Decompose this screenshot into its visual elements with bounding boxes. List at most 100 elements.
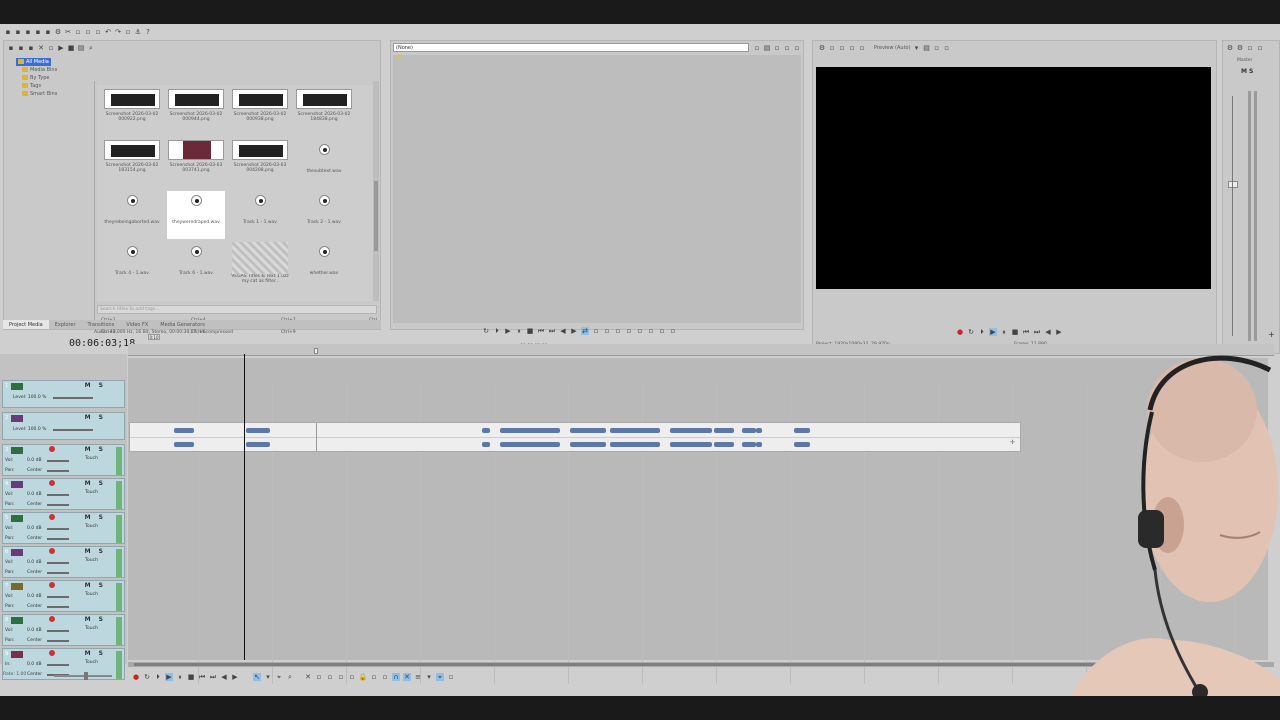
ripple-icon[interactable]: ≡ (414, 673, 422, 681)
loop-icon[interactable]: ↻ (482, 327, 490, 335)
delete-icon[interactable]: ▫ (94, 28, 102, 36)
pan-slider[interactable] (47, 538, 69, 540)
mute-solo-buttons[interactable]: M S (85, 650, 106, 657)
sync-cursor-icon[interactable]: ⇄ (581, 327, 589, 335)
video-track-header[interactable]: 1 M S Level: 100.0 % (2, 380, 125, 408)
record-icon[interactable]: ● (956, 328, 964, 336)
region-insert-icon[interactable]: ▫ (381, 673, 389, 681)
media-thumbnail[interactable]: Track 4 - 1.wav (103, 242, 161, 276)
volume-slider[interactable] (47, 494, 69, 496)
properties-icon[interactable]: ▫ (47, 44, 55, 52)
stop-icon[interactable]: ■ (67, 44, 75, 52)
save-icon[interactable]: ▪ (24, 28, 32, 36)
audio-track-header[interactable]: 4 M S Vol: 0.0 dB Touch Pan: Center (2, 478, 125, 510)
clear-icon[interactable]: ▫ (753, 44, 761, 52)
master-fader[interactable] (1228, 181, 1238, 188)
more-icon[interactable]: ▫ (447, 673, 455, 681)
normal-edit-tool-icon[interactable]: ↖ (253, 673, 261, 681)
mute-solo-buttons[interactable]: M S (85, 382, 106, 389)
get-media-icon[interactable]: ▪ (27, 44, 35, 52)
properties-icon[interactable]: ⚙ (818, 44, 826, 52)
go-to-end-icon[interactable]: ⏭ (1033, 328, 1041, 336)
next-frame-icon[interactable]: ▶ (231, 673, 239, 681)
loop-icon[interactable]: ↻ (967, 328, 975, 336)
volume-slider[interactable] (47, 528, 69, 530)
tree-item-smart-bins[interactable]: Smart Bins (16, 90, 91, 98)
rewind-icon[interactable]: ◀ (559, 327, 567, 335)
media-thumbnail[interactable]: Screenshot 2026-03-03 004208.png (231, 140, 289, 173)
pan-slider[interactable] (47, 640, 69, 642)
media-thumbnail[interactable]: Screenshot 2026-03-02 000944.png (167, 89, 225, 122)
automation-mode[interactable]: Touch (85, 626, 98, 631)
trim-start-icon[interactable]: ▫ (326, 673, 334, 681)
selection-tool-icon[interactable]: ⌖ (275, 673, 283, 681)
previous-frame-icon[interactable]: ◀ (1044, 328, 1052, 336)
volume-slider[interactable] (47, 664, 69, 666)
volume-slider[interactable] (47, 596, 69, 598)
device-icon[interactable]: ▫ (828, 44, 836, 52)
automation-mode[interactable]: Touch (85, 456, 98, 461)
media-thumbnail[interactable]: Screenshot 2026-03-02 000922.png (103, 89, 161, 122)
selection-icon[interactable]: ⌖ (436, 673, 444, 681)
tab-transitions[interactable]: Transitions (82, 320, 121, 329)
copy-icon[interactable]: ▫ (74, 28, 82, 36)
chevron-down-icon[interactable]: ▾ (913, 44, 921, 52)
arm-record-icon[interactable] (49, 446, 55, 452)
overlays-menu-icon[interactable]: ▤ (923, 44, 931, 52)
zoom-icon[interactable]: ▫ (647, 327, 655, 335)
arm-record-icon[interactable] (49, 650, 55, 656)
tab-explorer[interactable]: Explorer (49, 320, 82, 329)
stop-icon[interactable]: ■ (526, 327, 534, 335)
snapping-icon[interactable]: ∩ (392, 673, 400, 681)
tree-item-all-media[interactable]: All Media (16, 58, 51, 66)
zoom-tool-icon[interactable]: ⌕ (286, 673, 294, 681)
fx-icon[interactable]: ▫ (838, 44, 846, 52)
trim-end-icon[interactable]: ▫ (337, 673, 345, 681)
mixer-settings-icon[interactable]: ⚙ (1226, 44, 1234, 52)
mute-solo-buttons[interactable]: M S (85, 446, 106, 453)
lock-icon[interactable]: 🔒 (359, 673, 368, 681)
arm-record-icon[interactable] (49, 582, 55, 588)
stop-icon[interactable]: ■ (187, 673, 195, 681)
automation-mode[interactable]: Touch (85, 592, 98, 597)
media-thumbnail[interactable]: Track 1 - 1.wav (231, 191, 289, 225)
next-frame-icon[interactable]: ▶ (1055, 328, 1063, 336)
audio-track-header[interactable]: 7 M S Vol: 0.0 dB Touch Pan: Center (2, 580, 125, 612)
loop-icon[interactable]: ↻ (143, 673, 151, 681)
playhead-cursor[interactable] (244, 354, 245, 660)
add-after-icon[interactable]: ▫ (614, 327, 622, 335)
envelope-tool-icon[interactable]: ▾ (264, 673, 272, 681)
save-snapshot-icon[interactable]: ▫ (943, 44, 951, 52)
paste-icon[interactable]: ▫ (84, 28, 92, 36)
downmix-icon[interactable]: ▫ (1246, 44, 1254, 52)
pause-icon[interactable]: ⏸ (515, 327, 523, 335)
automation-mode[interactable]: Touch (85, 490, 98, 495)
mute-solo-buttons[interactable]: M S (85, 480, 106, 487)
media-thumbnail[interactable]: Screenshot 2026-03-03 003741.png (167, 140, 225, 173)
record-icon[interactable]: ● (132, 673, 140, 681)
preview-quality[interactable]: Preview (Auto) (874, 45, 911, 51)
mark-icon[interactable]: ▫ (669, 327, 677, 335)
media-thumbnail[interactable]: Screenshot 2026-03-02 000938.png (231, 89, 289, 122)
trim-icon[interactable]: ▫ (315, 673, 323, 681)
play-icon[interactable]: ▶ (504, 327, 512, 335)
go-to-start-icon[interactable]: ⏮ (198, 673, 206, 681)
marker-flag[interactable]: 0:10 (148, 334, 160, 340)
pause-icon[interactable]: ⏸ (176, 673, 184, 681)
audio-track-header[interactable]: 5 M S Vol: 0.0 dB Touch Pan: Center (2, 512, 125, 544)
fit-icon[interactable]: ▫ (636, 327, 644, 335)
delete-icon[interactable]: ▫ (783, 44, 791, 52)
capture-icon[interactable]: ▪ (17, 44, 25, 52)
level-slider[interactable] (53, 429, 93, 431)
arm-record-icon[interactable] (49, 480, 55, 486)
video-track-header[interactable]: 2 M S Level: 100.0 % (2, 412, 125, 440)
mute-solo-buttons[interactable]: M S (85, 548, 106, 555)
pan-slider[interactable] (47, 572, 69, 574)
pause-icon[interactable]: ⏸ (1000, 328, 1008, 336)
properties-icon[interactable]: ▪ (44, 28, 52, 36)
previous-frame-icon[interactable]: ⏮ (537, 327, 545, 335)
render-icon[interactable]: ▪ (34, 28, 42, 36)
play-icon[interactable]: ▶ (57, 44, 65, 52)
media-thumbnail[interactable]: thesubtext.wav (295, 140, 353, 174)
ripple-menu-icon[interactable]: ▾ (425, 673, 433, 681)
